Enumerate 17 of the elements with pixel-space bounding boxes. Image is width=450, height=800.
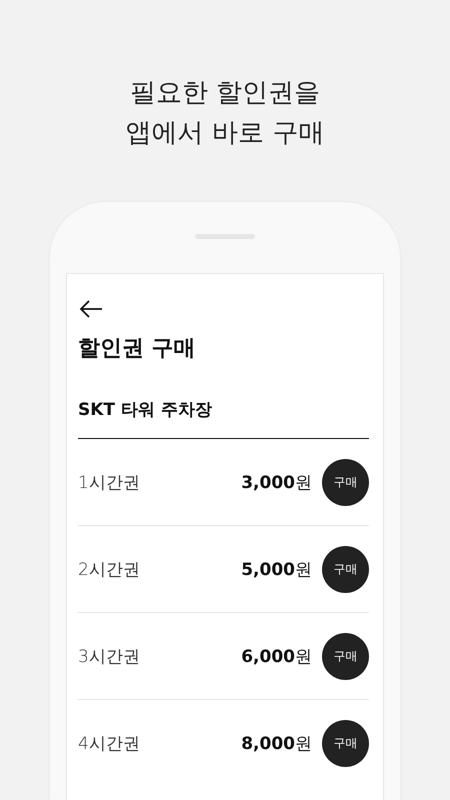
ticket-price: 8,000원 (241, 732, 312, 754)
headline-text: 필요한 할인권을 (130, 77, 320, 110)
ticket-name: 1시간권 (78, 472, 141, 494)
back-arrow-icon[interactable] (78, 298, 104, 320)
ticket-price: 3,000원 (241, 472, 312, 494)
ticket-name: 3시간권 (78, 646, 141, 668)
buy-button[interactable]: 구매 (322, 546, 369, 592)
ticket-price: 6,000원 (241, 646, 312, 668)
buy-button[interactable]: 구매 (322, 632, 369, 680)
buy-button[interactable]: 구매 (322, 458, 369, 506)
ticket-name: 2시간권 (78, 558, 141, 580)
buy-button[interactable]: 구매 (322, 720, 369, 766)
ticket-name: 4시간권 (78, 732, 141, 754)
ticket-price: 5,000원 (241, 558, 312, 580)
headline-text: 앱에서 바로 구매 (126, 117, 324, 150)
parking-lot-name: SKT 타워 주차장 (78, 398, 369, 439)
page-title: 할인권 구매 (78, 335, 197, 363)
